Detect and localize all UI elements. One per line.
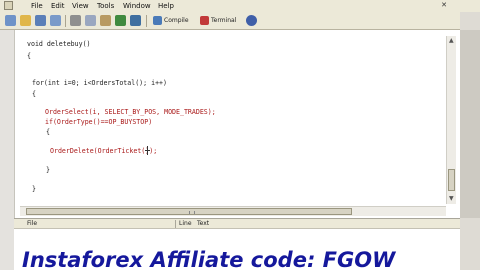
horizontal-scroll-thumb[interactable] <box>26 208 352 215</box>
compile-label: Compile <box>164 17 189 24</box>
new-file-icon[interactable] <box>5 15 16 26</box>
code-line: { <box>27 52 31 60</box>
compile-icon <box>153 16 162 25</box>
code-line: { <box>46 128 50 136</box>
menu-window[interactable]: Window <box>123 0 151 12</box>
column-file[interactable]: File <box>27 220 37 227</box>
copy-icon[interactable] <box>85 15 96 26</box>
toolbar-divider <box>65 15 66 27</box>
code-line: OrderDelete(OrderTicket()); <box>50 147 158 155</box>
paste-icon[interactable] <box>100 15 111 26</box>
scroll-up-icon[interactable]: ▲ <box>449 37 454 44</box>
column-text[interactable]: Text <box>197 220 209 227</box>
cut-icon[interactable] <box>70 15 81 26</box>
compile-button[interactable]: Compile <box>152 15 189 27</box>
navigator-icon[interactable] <box>246 15 257 26</box>
affiliate-banner: Instaforex Affiliate code: FGOW <box>22 248 396 272</box>
column-divider <box>175 220 176 228</box>
redo-icon[interactable] <box>130 15 141 26</box>
save-all-icon[interactable] <box>50 15 61 26</box>
terminal-label: Terminal <box>211 17 237 24</box>
left-gutter <box>0 30 14 270</box>
vertical-scrollbar[interactable]: ▲ ▼ <box>446 36 456 204</box>
toolbar-divider <box>146 15 147 27</box>
code-line: OrderSelect(i, SELECT_BY_POS, MODE_TRADE… <box>45 108 216 116</box>
code-line: { <box>32 90 36 98</box>
horizontal-scrollbar[interactable] <box>20 206 446 216</box>
menu-bar: File Edit View Tools Window Help ✕ <box>0 0 480 12</box>
code-line: if(OrderType()==OP_BUYSTOP) <box>45 118 153 126</box>
scroll-grip-icon <box>189 211 195 214</box>
vertical-scroll-thumb[interactable] <box>448 169 455 191</box>
toolbar: Compile Terminal <box>0 12 480 30</box>
code-line: } <box>46 166 50 174</box>
code-line: for(int i=0; i<OrdersTotal(); i++) <box>32 79 167 87</box>
panel-header: File Line Text <box>14 219 460 229</box>
menu-file[interactable]: File <box>31 0 43 12</box>
code-line: } <box>32 185 36 193</box>
app-icon <box>4 1 13 10</box>
menu-tools[interactable]: Tools <box>97 0 114 12</box>
scroll-down-icon[interactable]: ▼ <box>449 195 454 202</box>
menu-help[interactable]: Help <box>158 0 174 12</box>
right-panel-gap <box>460 30 480 218</box>
text-cursor-icon <box>145 146 150 155</box>
undo-icon[interactable] <box>115 15 126 26</box>
column-line[interactable]: Line <box>179 220 192 227</box>
terminal-icon <box>200 16 209 25</box>
save-icon[interactable] <box>35 15 46 26</box>
terminal-button[interactable]: Terminal <box>199 15 236 27</box>
menu-view[interactable]: View <box>72 0 89 12</box>
close-icon[interactable]: ✕ <box>439 1 449 10</box>
code-line: void deletebuy() <box>27 40 91 48</box>
menu-edit[interactable]: Edit <box>51 0 65 12</box>
open-folder-icon[interactable] <box>20 15 31 26</box>
